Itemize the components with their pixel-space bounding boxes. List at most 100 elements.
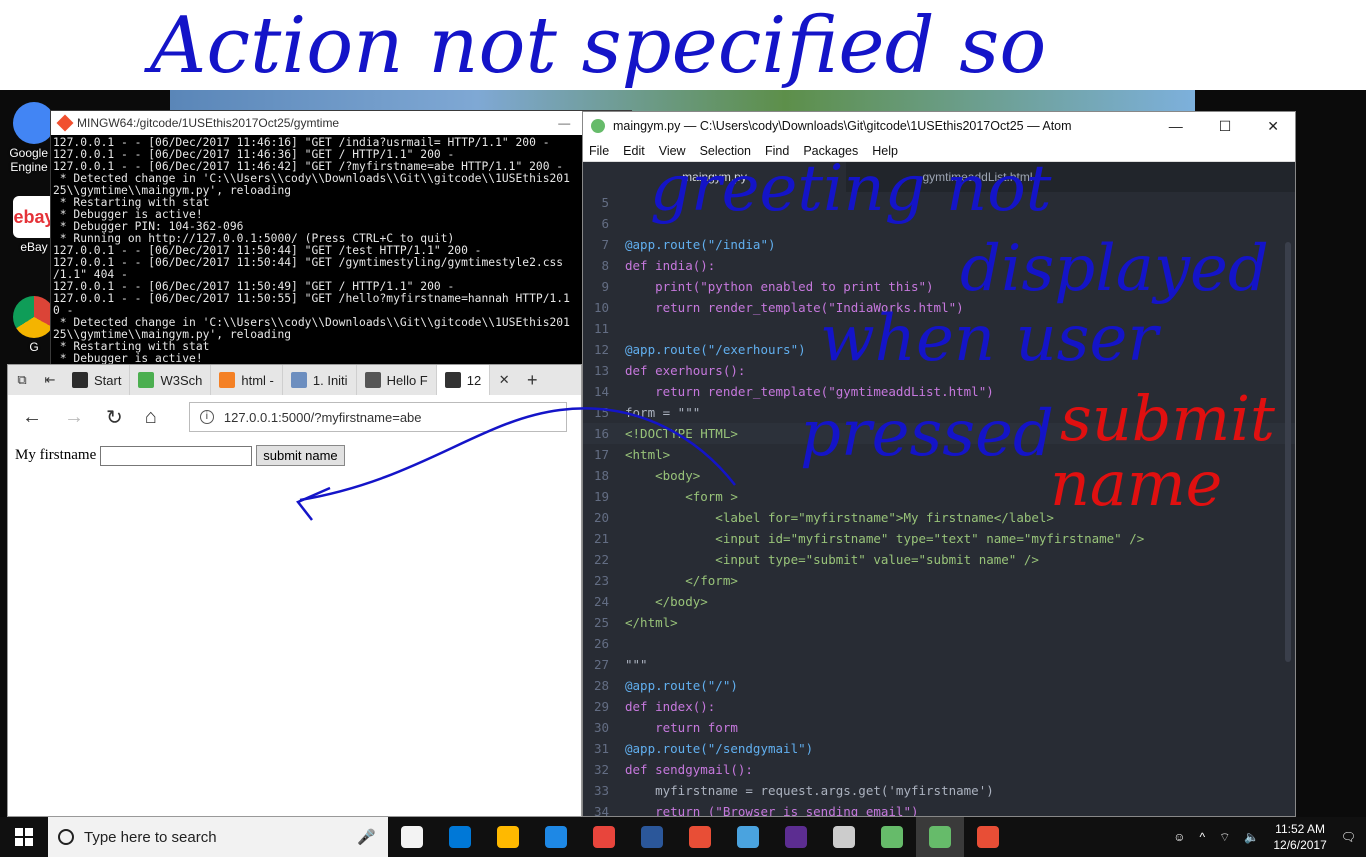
menu-find[interactable]: Find <box>765 144 789 158</box>
taskbar-app-icon[interactable] <box>436 817 484 857</box>
taskbar-app-icon[interactable] <box>484 817 532 857</box>
code-line[interactable]: 34 return ("Browser is sending email") <box>583 801 1295 816</box>
line-number: 13 <box>593 363 609 378</box>
taskbar-app-icon[interactable] <box>580 817 628 857</box>
tab-maingym-py[interactable]: maingym.py <box>583 162 846 192</box>
code-line[interactable]: 31 @app.route("/sendgymail") <box>583 738 1295 759</box>
terminal-window[interactable]: MINGW64:/gitcode/1USEthis2017Oct25/gymti… <box>50 110 632 368</box>
code-line[interactable]: 5 <box>583 192 1295 213</box>
start-button[interactable] <box>0 817 48 857</box>
taskbar-search[interactable]: Type here to search 🎤 <box>48 817 388 857</box>
taskbar-app-icon[interactable] <box>388 817 436 857</box>
edge-browser-window[interactable]: ⧉ ⇤ Start W3Sch html -1. Initi Hello F 12 ✕ … <box>7 364 582 817</box>
close-icon[interactable]: ✕ <box>1267 118 1279 135</box>
code-line[interactable]: 16 <!DOCTYPE HTML> <box>583 423 1295 444</box>
code-line[interactable]: 9 print("python enabled to print this") <box>583 276 1295 297</box>
taskbar-app-icon[interactable] <box>964 817 1012 857</box>
code-line[interactable]: 30 return form <box>583 717 1295 738</box>
atom-editor-window[interactable]: maingym.py — C:\Users\cody\Downloads\Git… <box>582 111 1296 817</box>
menu-help[interactable]: Help <box>872 144 898 158</box>
set-aside-tabs-icon[interactable]: ⇤ <box>36 372 64 388</box>
code-line[interactable]: 24 </body> <box>583 591 1295 612</box>
code-line[interactable]: 11 <box>583 318 1295 339</box>
show-hidden-icons[interactable]: ^ <box>1200 830 1206 844</box>
forward-icon[interactable]: → <box>64 406 84 429</box>
minimize-icon[interactable]: — <box>558 116 570 130</box>
browser-tab[interactable]: Hello F <box>357 365 437 395</box>
atom-titlebar[interactable]: maingym.py — C:\Users\cody\Downloads\Git… <box>583 112 1295 140</box>
code-line[interactable]: 27 """ <box>583 654 1295 675</box>
menu-view[interactable]: View <box>659 144 686 158</box>
line-number: 34 <box>593 804 609 816</box>
refresh-icon[interactable]: ↻ <box>106 405 123 430</box>
code-line[interactable]: 33 myfirstname = request.args.get('myfir… <box>583 780 1295 801</box>
tab-preview-icon[interactable]: ⧉ <box>8 372 36 388</box>
line-number: 31 <box>593 741 609 756</box>
code-line[interactable]: 25 </html> <box>583 612 1295 633</box>
code-line[interactable]: 12 @app.route("/exerhours") <box>583 339 1295 360</box>
editor-scrollbar[interactable] <box>1285 242 1291 662</box>
browser-tab[interactable]: Start <box>64 365 131 395</box>
atom-icon <box>591 119 605 133</box>
taskbar-app-icon[interactable] <box>532 817 580 857</box>
code-line[interactable]: 17 <html> <box>583 444 1295 465</box>
browser-tab[interactable]: html - <box>211 365 283 395</box>
clock[interactable]: 11:52 AM 12/6/2017 <box>1273 821 1326 853</box>
info-icon[interactable]: i <box>199 410 214 424</box>
code-line[interactable]: 20 <label for="myfirstname">My firstname… <box>583 507 1295 528</box>
code-line[interactable]: 29 def index(): <box>583 696 1295 717</box>
terminal-titlebar[interactable]: MINGW64:/gitcode/1USEthis2017Oct25/gymti… <box>51 111 631 135</box>
code-line[interactable]: 6 <box>583 213 1295 234</box>
volume-icon[interactable]: 🔈 <box>1244 830 1259 844</box>
close-tab-icon[interactable]: ✕ <box>490 372 518 388</box>
maximize-icon[interactable]: ☐ <box>1219 118 1232 135</box>
code-editor[interactable]: 5 6 7 @app.route("/india") 8 def india(): 9 pr… <box>583 192 1295 816</box>
code-line[interactable]: 21 <input id="myfirstname" type="text" n… <box>583 528 1295 549</box>
microphone-icon[interactable]: 🎤 <box>357 828 388 846</box>
action-center-icon[interactable]: 🗨 <box>1341 830 1356 844</box>
taskbar-app-icon[interactable] <box>820 817 868 857</box>
browser-tab[interactable]: W3Sch <box>130 365 212 395</box>
address-bar[interactable]: i 127.0.0.1:5000/?myfirstname=abe <box>188 402 567 432</box>
home-icon[interactable]: ⌂ <box>145 406 157 429</box>
code-line[interactable]: 26 <box>583 633 1295 654</box>
code-line[interactable]: 15 form = """ <box>583 402 1295 423</box>
taskbar-app-icon[interactable] <box>868 817 916 857</box>
line-number: 33 <box>593 783 609 798</box>
minimize-icon[interactable]: — <box>1169 118 1183 135</box>
code-line[interactable]: 32 def sendgymail(): <box>583 759 1295 780</box>
menu-selection[interactable]: Selection <box>700 144 751 158</box>
submit-name-button[interactable]: submit name <box>256 445 345 466</box>
code-line[interactable]: 14 return render_template("gymtimeaddLis… <box>583 381 1295 402</box>
menu-edit[interactable]: Edit <box>623 144 645 158</box>
code-text: <!DOCTYPE HTML> <box>625 426 738 441</box>
terminal-output[interactable]: 127.0.0.1 - - [06/Dec/2017 11:46:16] "GE… <box>51 135 631 367</box>
taskbar-app-icon[interactable] <box>628 817 676 857</box>
people-icon[interactable]: ☺ <box>1173 830 1185 844</box>
taskbar-app-icon[interactable] <box>724 817 772 857</box>
code-line[interactable]: 18 <body> <box>583 465 1295 486</box>
code-line[interactable]: 13 def exerhours(): <box>583 360 1295 381</box>
new-tab-button[interactable]: + <box>518 370 546 391</box>
code-line[interactable]: 10 return render_template("IndiaWorks.ht… <box>583 297 1295 318</box>
code-line[interactable]: 28 @app.route("/") <box>583 675 1295 696</box>
taskbar-app-icon[interactable] <box>772 817 820 857</box>
menu-packages[interactable]: Packages <box>803 144 858 158</box>
tab-favicon-icon <box>290 372 307 388</box>
app-icon <box>785 826 807 848</box>
code-line[interactable]: 7 @app.route("/india") <box>583 234 1295 255</box>
tab-gymtimeaddlist-html[interactable]: gymtimeaddList.html <box>846 162 1109 192</box>
code-line[interactable]: 8 def india(): <box>583 255 1295 276</box>
code-line[interactable]: 19 <form > <box>583 486 1295 507</box>
firstname-input[interactable] <box>100 445 253 466</box>
taskbar-app-icon[interactable] <box>916 817 964 857</box>
browser-tab[interactable]: 1. Initi <box>283 365 357 395</box>
code-line[interactable]: 23 </form> <box>583 570 1295 591</box>
menu-file[interactable]: File <box>589 144 609 158</box>
code-line[interactable]: 22 <input type="submit" value="submit na… <box>583 549 1295 570</box>
browser-tab[interactable]: 12 <box>436 365 491 395</box>
taskbar-app-icon[interactable] <box>676 817 724 857</box>
back-icon[interactable]: ← <box>22 406 42 429</box>
app-icon <box>449 826 471 848</box>
network-icon[interactable]: ⌔ <box>1219 830 1230 845</box>
